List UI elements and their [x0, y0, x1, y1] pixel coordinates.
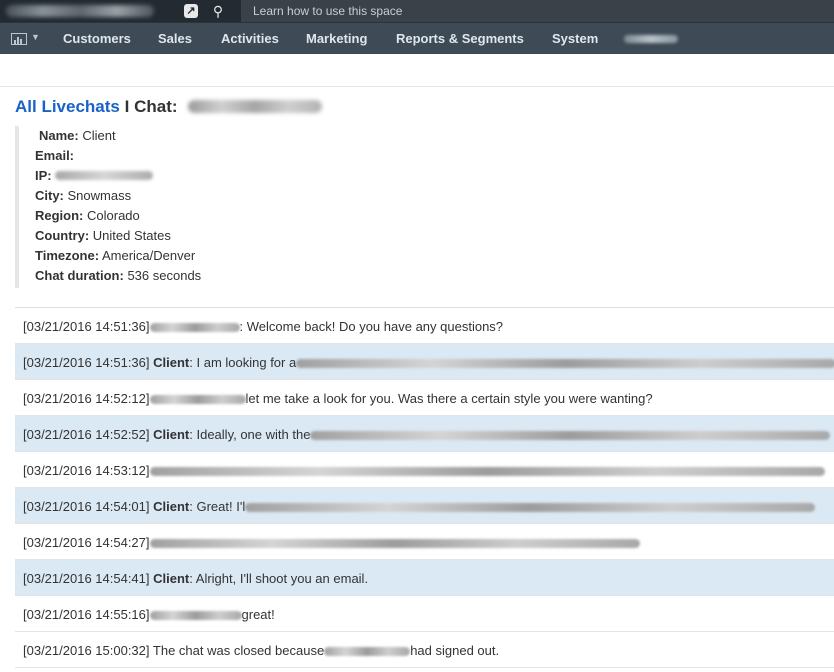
nav-item-redacted[interactable]: [624, 35, 678, 43]
divider: [0, 86, 834, 87]
title-separator: I: [124, 97, 130, 116]
chat-message: [03/21/2016 14:54:01] Client: Great! I'l: [15, 488, 834, 524]
learn-text[interactable]: Learn how to use this space: [253, 4, 402, 18]
dashboard-chart-icon[interactable]: [11, 33, 27, 45]
chat-message: [03/21/2016 14:51:36] Client: I am looki…: [15, 344, 834, 380]
nav-marketing[interactable]: Marketing: [306, 31, 367, 46]
info-region: Region: Colorado: [35, 208, 140, 223]
top-bar: ↗ ⚲ Learn how to use this space: [0, 0, 834, 22]
all-livechats-link[interactable]: All Livechats: [15, 97, 120, 116]
chat-label: Chat:: [134, 97, 178, 116]
info-ip: IP:: [35, 168, 52, 183]
info-country: Country: United States: [35, 228, 171, 243]
info-name: Name: Client: [39, 128, 116, 143]
main-nav: ▼ Customers Sales Activities Marketing R…: [0, 22, 834, 54]
search-icon[interactable]: ⚲: [210, 3, 226, 19]
chat-message: [03/21/2016 14:54:27]: [15, 524, 834, 560]
info-timezone: Timezone: America/Denver: [35, 248, 196, 263]
chat-message: [03/21/2016 14:51:36]: Welcome back! Do …: [15, 308, 834, 344]
chat-message: [03/21/2016 14:52:12] let me take a look …: [15, 380, 834, 416]
info-city: City: Snowmass: [35, 188, 132, 203]
visitor-info: Name: Client Email: IP: City: Snowmass R…: [15, 126, 519, 288]
chat-message: [03/21/2016 14:54:41] Client: Alright, I…: [15, 560, 834, 596]
chevron-down-icon[interactable]: ▼: [31, 32, 40, 42]
chat-id-redacted: [188, 100, 322, 113]
nav-customers[interactable]: Customers: [63, 31, 131, 46]
chat-transcript: [03/21/2016 14:51:36]: Welcome back! Do …: [15, 307, 834, 668]
ip-redacted: [55, 171, 153, 180]
info-duration: Chat duration: 536 seconds: [35, 268, 202, 283]
nav-reports-segments[interactable]: Reports & Segments: [396, 31, 524, 46]
chat-message: [03/21/2016 15:00:32] The chat was close…: [15, 632, 834, 668]
nav-activities[interactable]: Activities: [221, 31, 279, 46]
chat-message: [03/21/2016 14:52:52] Client: Ideally, o…: [15, 416, 834, 452]
share-icon[interactable]: ↗: [184, 4, 198, 18]
nav-sales[interactable]: Sales: [158, 31, 192, 46]
brand-logo-redacted[interactable]: [6, 5, 154, 17]
nav-system[interactable]: System: [552, 31, 598, 46]
info-email: Email:: [35, 148, 75, 163]
page-title: All Livechats I Chat:: [15, 97, 178, 117]
chat-message: [03/21/2016 14:55:16] great!: [15, 596, 834, 632]
chat-message: [03/21/2016 14:53:12]: [15, 452, 834, 488]
